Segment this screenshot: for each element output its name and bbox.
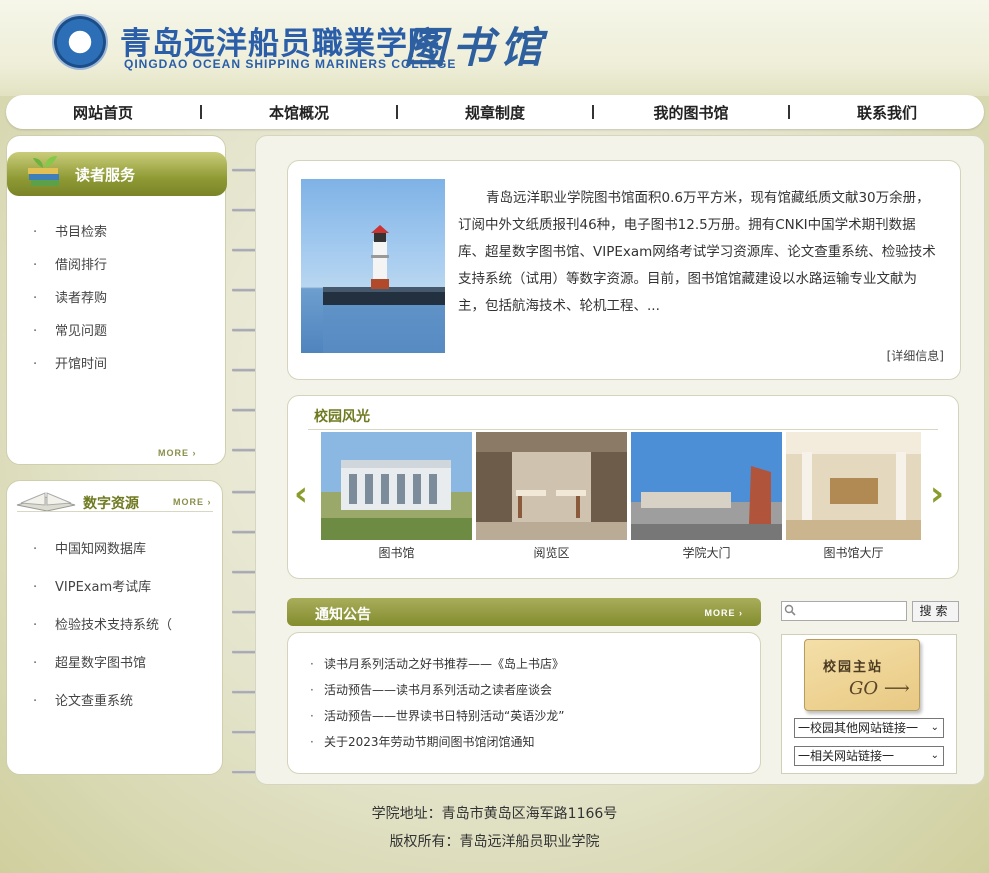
lighthouse-image[interactable] [301, 179, 445, 353]
search-input[interactable] [781, 601, 907, 621]
notices-box: 读书月系列活动之好书推荐——《岛上书店》 活动预告——读书月系列活动之读者座谈会… [287, 632, 761, 774]
nav-home[interactable]: 网站首页 [6, 102, 200, 123]
digital-resources-more-link[interactable]: MORE › [173, 497, 212, 507]
footer: 学院地址：青岛市黄岛区海军路1166号 版权所有：青岛远洋船员职业学院 [0, 800, 989, 856]
reader-services-panel: 读者服务 书目检索 借阅排行 读者荐购 常见问题 开馆时间 MORE › [6, 135, 227, 465]
divider [308, 429, 938, 430]
list-item[interactable]: 读书月系列活动之好书推荐——《岛上书店》 [308, 651, 564, 677]
list-item[interactable]: 活动预告——读书月系列活动之读者座谈会 [308, 677, 564, 703]
notices-more-link[interactable]: MORE › [705, 608, 744, 618]
list-item[interactable]: 超星数字图书馆 [31, 645, 172, 683]
digital-resources-panel: 数字资源 MORE › 中国知网数据库 VIPExam考试库 检验技术支持系统（… [6, 480, 223, 775]
reader-services-header: 读者服务 [7, 152, 227, 196]
list-item[interactable]: 检验技术支持系统（ [31, 607, 172, 645]
list-item[interactable]: 论文查重系统 [31, 683, 172, 721]
reader-services-more-link[interactable]: MORE › [158, 448, 197, 458]
photo-library-hall[interactable] [786, 432, 921, 540]
photo-label: 阅览区 [533, 546, 570, 560]
list-item[interactable]: 读者荐购 [31, 282, 107, 315]
campus-scenery: 校园风光 ‹ › 图书馆 阅览区 学院大门 图书馆大厅 [287, 395, 959, 579]
library-hall-image [786, 432, 921, 540]
campus-main-site-card[interactable]: 校园主站 GO ⟶ [804, 639, 920, 711]
footer-copyright: 版权所有：青岛远洋船员职业学院 [389, 834, 600, 850]
nav-overview[interactable]: 本馆概况 [202, 102, 396, 123]
list-item[interactable]: 中国知网数据库 [31, 531, 172, 569]
list-item[interactable]: 开馆时间 [31, 348, 107, 381]
photo-reading-area[interactable] [476, 432, 627, 540]
lighthouse-illustration [323, 225, 445, 353]
reading-area-image [476, 432, 627, 540]
reader-services-list: 书目检索 借阅排行 读者荐购 常见问题 开馆时间 [31, 216, 107, 381]
list-item[interactable]: 书目检索 [31, 216, 107, 249]
notices-list: 读书月系列活动之好书推荐——《岛上书店》 活动预告——读书月系列活动之读者座谈会… [308, 651, 564, 755]
prev-arrow-icon[interactable]: ‹ [294, 474, 308, 514]
card-label: 校园主站 [823, 660, 884, 675]
header: ⚓ 青岛远洋船员職業学院 QINGDAO OCEAN SHIPPING MARI… [0, 0, 989, 96]
list-item[interactable]: 关于2023年劳动节期间图书馆闭馆通知 [308, 729, 564, 755]
open-book-icon [16, 492, 76, 512]
digital-resources-title: 数字资源 [83, 496, 139, 512]
chevron-down-icon: ⌄ [930, 750, 939, 761]
college-gate-image [631, 432, 782, 540]
card-go: GO ⟶ [849, 678, 910, 699]
intro-text: 青岛远洋职业学院图书馆面积0.6万平方米，现有馆藏纸质文献30万余册，订阅中外文… [458, 190, 936, 314]
photo-label: 图书馆 [378, 546, 415, 560]
main-nav: 网站首页 本馆概况 规章制度 我的图书馆 联系我们 [6, 95, 984, 129]
notices-title: 通知公告 [315, 607, 371, 623]
list-item[interactable]: 借阅排行 [31, 249, 107, 282]
library-intro: 青岛远洋职业学院图书馆面积0.6万平方米，现有馆藏纸质文献30万余册，订阅中外文… [287, 160, 961, 380]
divider [17, 511, 213, 512]
photo-college-gate[interactable] [631, 432, 782, 540]
footer-address: 学院地址：青岛市黄岛区海军路1166号 [371, 806, 618, 822]
next-arrow-icon[interactable]: › [930, 474, 944, 514]
search-button[interactable]: 搜索 [912, 601, 959, 622]
arrow-right-icon: ⟶ [883, 678, 910, 699]
anchor-icon: ⚓ [69, 28, 91, 56]
campus-title: 校园风光 [314, 409, 370, 425]
left-sidebar: 读者服务 书目检索 借阅排行 读者荐购 常见问题 开馆时间 MORE › 数字资… [6, 135, 227, 775]
list-item[interactable]: 活动预告——世界读书日特别活动“英语沙龙” [308, 703, 564, 729]
list-item[interactable]: 常见问题 [31, 315, 107, 348]
nav-rules[interactable]: 规章制度 [398, 102, 592, 123]
notices-header: 通知公告 MORE › [287, 598, 761, 626]
detail-link[interactable]: [详细信息] [887, 347, 944, 364]
photo-label: 学院大门 [682, 546, 731, 560]
books-plant-icon [28, 156, 59, 186]
list-item[interactable]: VIPExam考试库 [31, 569, 172, 607]
chevron-down-icon: ⌄ [930, 722, 939, 733]
photo-library[interactable] [321, 432, 472, 540]
photo-label: 图书馆大厅 [823, 546, 884, 560]
links-box: 校园主站 GO ⟶ 一校园其他网站链接一 ⌄ 一相关网站链接一 ⌄ [781, 634, 957, 774]
digital-resources-list: 中国知网数据库 VIPExam考试库 检验技术支持系统（ 超星数字图书馆 论文查… [31, 531, 172, 721]
search-icon [784, 604, 796, 616]
campus-links-select[interactable]: 一校园其他网站链接一 ⌄ [794, 718, 944, 738]
nav-contact[interactable]: 联系我们 [790, 102, 984, 123]
library-title: 图书馆 [404, 23, 549, 72]
nav-my-library[interactable]: 我的图书馆 [594, 102, 788, 123]
reader-services-title: 读者服务 [75, 166, 136, 184]
library-building-image [321, 432, 472, 540]
related-links-select[interactable]: 一相关网站链接一 ⌄ [794, 746, 944, 766]
